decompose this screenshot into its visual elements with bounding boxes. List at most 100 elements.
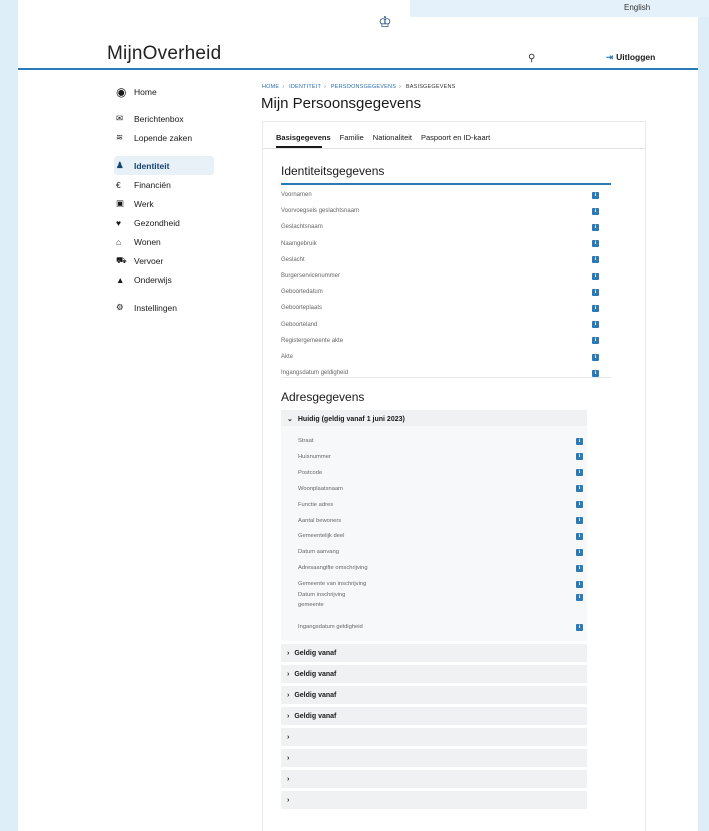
logout-button[interactable]: ⇥ Uitloggen — [606, 52, 655, 63]
info-icon[interactable]: i — [576, 485, 583, 493]
info-icon[interactable]: i — [576, 623, 583, 631]
field-label: Huisnummer — [298, 453, 331, 460]
layers-icon: ≋ — [116, 132, 124, 142]
sidebar-item-berichtenbox[interactable]: ✉ Berichtenbox — [114, 109, 214, 128]
tab-familie[interactable]: Familie — [340, 133, 364, 146]
info-icon[interactable]: i — [592, 337, 599, 345]
breadcrumb-identiteit[interactable]: IDENTITEIT — [289, 84, 321, 90]
field-label: Aantal bewoners — [298, 517, 342, 524]
address-field-row: Straat i — [298, 433, 583, 449]
header-divider — [18, 68, 698, 70]
info-icon[interactable]: i — [576, 453, 583, 461]
sidebar-item-financien[interactable]: € Financiën — [114, 175, 214, 194]
info-icon[interactable]: i — [576, 517, 583, 524]
field-label: Woonplaatsnaam — [298, 485, 344, 492]
sidebar-item-label: Financiën — [134, 179, 171, 190]
sidebar-item-gezondheid[interactable]: ♥ Gezondheid — [114, 213, 214, 232]
sidebar-item-wonen[interactable]: ⌂ Wonen — [114, 232, 214, 251]
accordion-label: Huidig (geldig vanaf 1 juni 2023) — [297, 415, 405, 423]
breadcrumb-home[interactable]: HOME — [262, 84, 279, 90]
breadcrumb-persoonsgegevens[interactable]: PERSOONSGEGEVENS — [331, 84, 396, 90]
address-field-row: Postcode i — [298, 465, 583, 481]
info-icon[interactable]: i — [576, 469, 583, 477]
chevron-right-icon: › — [287, 775, 290, 783]
brand-logo[interactable]: MijnOverheid — [107, 43, 221, 65]
tab-paspoort[interactable]: Paspoort en ID-kaart — [421, 133, 490, 146]
sidebar-item-onderwijs[interactable]: ▲ Onderwijs — [114, 270, 214, 289]
section-end-divider — [281, 377, 611, 378]
sidebar-item-label: Wonen — [134, 236, 161, 247]
info-icon[interactable]: i — [592, 353, 599, 361]
info-icon[interactable]: i — [576, 580, 583, 588]
info-icon[interactable]: i — [576, 548, 583, 556]
info-icon[interactable]: i — [592, 288, 599, 296]
accordion-history[interactable]: › — [281, 791, 587, 809]
briefcase-icon: ▣ — [116, 198, 125, 208]
sidebar-item-label: Gezondheid — [134, 217, 180, 228]
info-icon[interactable]: i — [592, 272, 599, 280]
field-row: Voornamen i — [281, 187, 599, 203]
info-icon[interactable]: i — [592, 240, 599, 248]
accordion-history[interactable]: › Geldig vanaf — [281, 707, 587, 725]
field-label: Geslachtsnaam — [281, 224, 323, 231]
tab-basisgegevens[interactable]: Basisgegevens — [276, 133, 331, 146]
info-icon[interactable]: i — [592, 256, 599, 264]
language-link[interactable]: English — [624, 3, 650, 12]
active-tab-indicator — [276, 146, 322, 148]
sidebar-item-vervoer[interactable]: ⛟ Vervoer — [114, 251, 214, 270]
sidebar-item-instellingen[interactable]: ⚙ Instellingen — [114, 298, 214, 317]
accordion-history[interactable]: › Geldig vanaf — [281, 665, 587, 683]
field-row: Registergemeente akte i — [281, 333, 599, 349]
accordion-history[interactable]: › Geldig vanaf — [281, 644, 587, 662]
logout-label: Uitloggen — [616, 52, 656, 62]
chevron-right-icon: › — [287, 796, 290, 804]
field-row: Voorvoegsels geslachtsnaam i — [281, 203, 599, 219]
field-row: Geslachtsnaam i — [281, 219, 599, 235]
sidebar-item-lopende-zaken[interactable]: ≋ Lopende zaken — [114, 128, 214, 147]
info-icon[interactable]: i — [576, 437, 583, 445]
address-field-row: Datum inschrijving gemeente i — [298, 592, 583, 608]
tab-nationaliteit[interactable]: Nationaliteit — [373, 133, 412, 146]
field-label: Datum inschrijving gemeente — [298, 592, 346, 608]
info-icon[interactable]: i — [592, 369, 599, 377]
breadcrumb: HOME › IDENTITEIT › PERSOONSGEGEVENS › BASI… — [262, 84, 459, 90]
envelope-icon: ✉ — [116, 113, 124, 123]
info-icon[interactable]: i — [576, 564, 583, 572]
sidebar-item-label: Werk — [134, 198, 154, 209]
info-icon[interactable]: i — [576, 532, 583, 540]
address-field-row: Functie adres i — [298, 497, 583, 513]
chevron-right-icon: › — [287, 712, 290, 720]
field-label: Ingangsdatum geldigheid — [281, 370, 349, 377]
house-icon: ⌂ — [116, 236, 122, 247]
chevron-right-icon: › — [287, 670, 290, 678]
user-icon[interactable]: ⚲ — [528, 53, 535, 64]
info-icon[interactable]: i — [592, 304, 599, 312]
sidebar-item-label: Berichtenbox — [134, 113, 184, 124]
accordion-history[interactable]: › Geldig vanaf — [281, 686, 587, 704]
accordion-history[interactable]: › — [281, 770, 587, 788]
address-field-row: Woonplaatsnaam i — [298, 481, 583, 497]
info-icon[interactable]: i — [592, 191, 599, 199]
sidebar-item-identiteit[interactable]: ♟ Identiteit — [114, 156, 214, 175]
sidebar-item-home[interactable]: ◉ Home — [114, 82, 214, 101]
field-label: Straat — [298, 438, 314, 444]
sidebar-item-label: Home — [134, 86, 157, 97]
accordion-history[interactable]: › — [281, 728, 587, 746]
breadcrumb-basisgegevens: BASISGEGEVENS — [405, 84, 456, 90]
accordion-label: Geldig vanaf — [294, 649, 337, 657]
field-label: Functie adres — [298, 501, 334, 508]
chevron-right-icon: › — [287, 649, 290, 657]
section-title-identiteit: Identiteitsgegevens — [281, 164, 385, 178]
logout-icon: ⇥ — [606, 52, 614, 62]
breadcrumb-separator: › — [399, 84, 402, 90]
info-icon[interactable]: i — [576, 501, 583, 509]
info-icon[interactable]: i — [592, 207, 599, 215]
field-row: Geslacht i — [281, 252, 599, 268]
info-icon[interactable]: i — [592, 223, 599, 231]
accordion-history[interactable]: › — [281, 749, 587, 767]
field-label: Ingangsdatum geldigheid — [298, 624, 363, 630]
info-icon[interactable]: i — [576, 594, 583, 601]
info-icon[interactable]: i — [592, 321, 599, 329]
address-field-row: Ingangsdatum geldigheid i — [298, 619, 583, 635]
sidebar-item-werk[interactable]: ▣ Werk — [114, 194, 214, 213]
